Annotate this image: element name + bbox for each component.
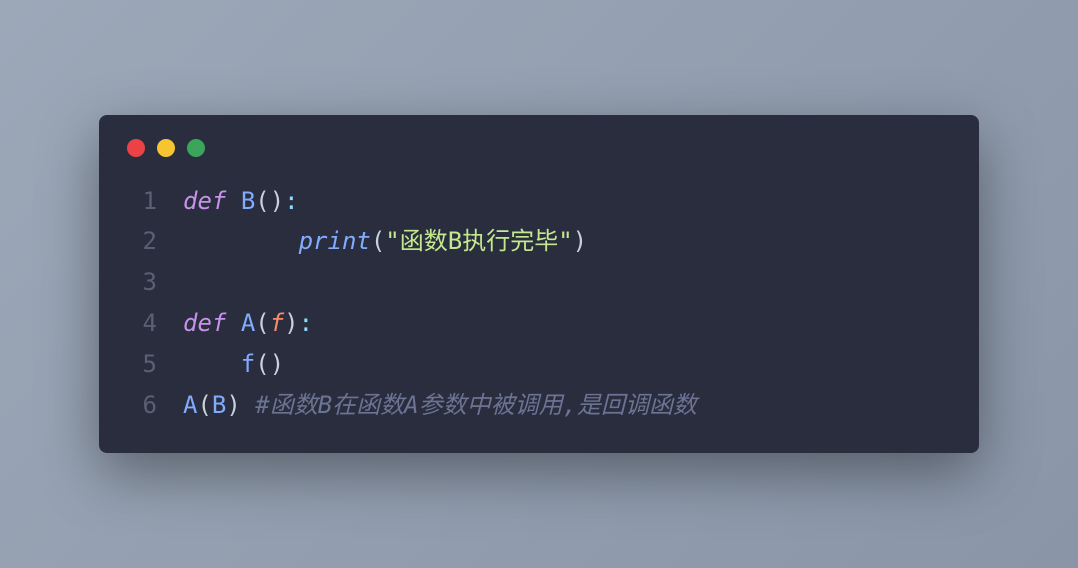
line-content: def A(f): <box>183 303 313 344</box>
paren: ( <box>255 350 269 378</box>
parameter: f <box>270 309 284 337</box>
line-number: 5 <box>127 344 157 385</box>
function-call: f <box>241 350 255 378</box>
code-line: 1 def B(): <box>99 181 979 222</box>
line-content: def B(): <box>183 181 299 222</box>
code-line: 6 A(B) #函数B在函数A参数中被调用,是回调函数 <box>99 385 979 426</box>
paren: ( <box>255 187 269 215</box>
line-number: 3 <box>127 262 157 303</box>
paren: ) <box>573 227 587 255</box>
line-number: 1 <box>127 181 157 222</box>
argument: B <box>212 391 226 419</box>
function-name: B <box>241 187 255 215</box>
builtin-print: print <box>299 227 371 255</box>
window-controls <box>99 139 979 181</box>
paren: ( <box>255 309 269 337</box>
comment: #函数B在函数A参数中被调用,是回调函数 <box>255 391 697 419</box>
function-call: A <box>183 391 197 419</box>
paren: ) <box>226 391 240 419</box>
keyword-def: def <box>183 187 226 215</box>
paren: ) <box>270 350 284 378</box>
line-content: f() <box>183 344 284 385</box>
code-line: 2 print("函数B执行完毕") <box>99 221 979 262</box>
paren: ) <box>270 187 284 215</box>
code-line: 3 <box>99 262 979 303</box>
code-line: 5 f() <box>99 344 979 385</box>
code-area: 1 def B(): 2 print("函数B执行完毕") 3 4 def A(… <box>99 181 979 426</box>
code-line: 4 def A(f): <box>99 303 979 344</box>
paren: ( <box>371 227 385 255</box>
paren: ( <box>197 391 211 419</box>
close-icon[interactable] <box>127 139 145 157</box>
string-literal: "函数B执行完毕" <box>385 227 572 255</box>
line-number: 6 <box>127 385 157 426</box>
line-number: 2 <box>127 221 157 262</box>
paren: ) <box>284 309 298 337</box>
line-content: print("函数B执行完毕") <box>183 221 587 262</box>
code-editor-window: 1 def B(): 2 print("函数B执行完毕") 3 4 def A(… <box>99 115 979 454</box>
function-name: A <box>241 309 255 337</box>
minimize-icon[interactable] <box>157 139 175 157</box>
colon: : <box>299 309 313 337</box>
colon: : <box>284 187 298 215</box>
line-number: 4 <box>127 303 157 344</box>
maximize-icon[interactable] <box>187 139 205 157</box>
line-content: A(B) #函数B在函数A参数中被调用,是回调函数 <box>183 385 697 426</box>
keyword-def: def <box>183 309 226 337</box>
